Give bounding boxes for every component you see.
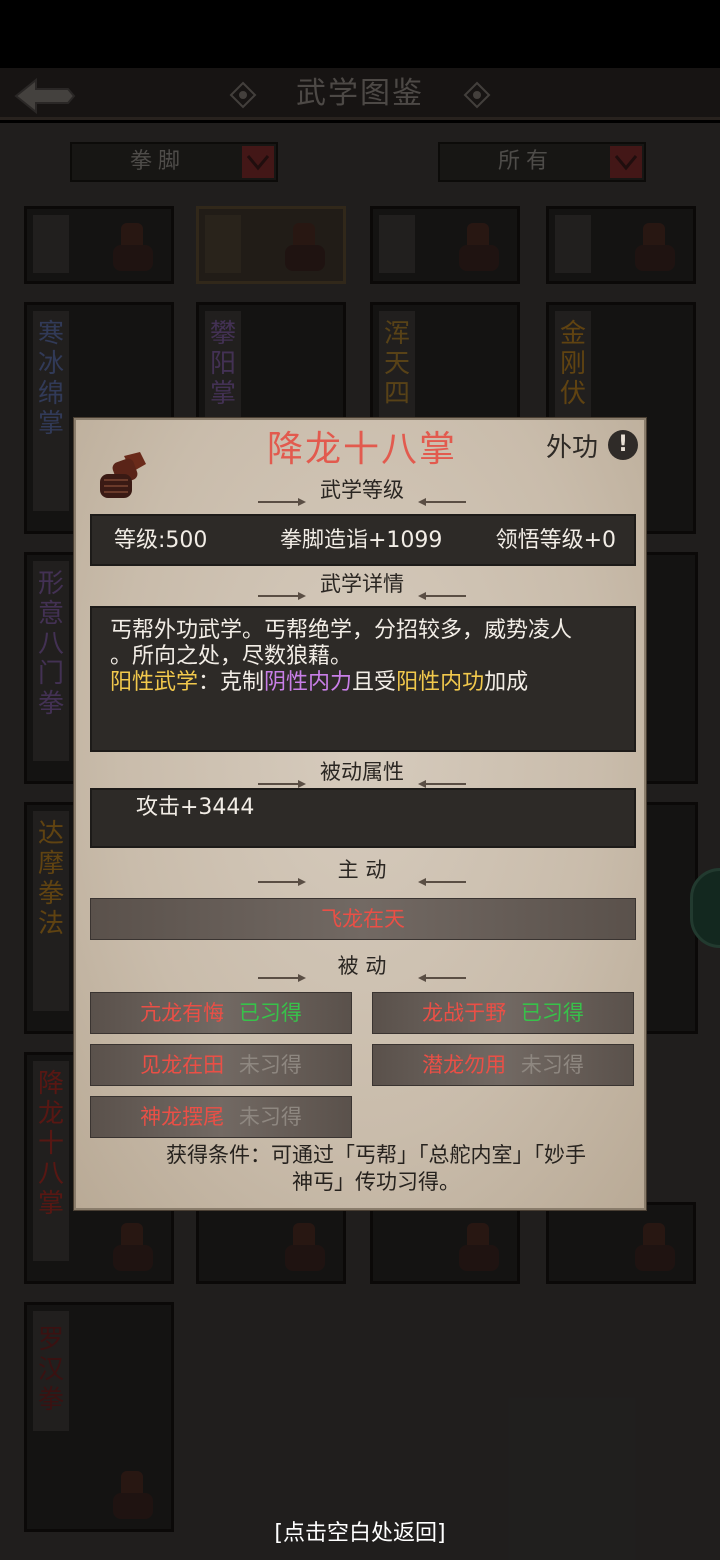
skill-type-label: 外功 [545,433,598,463]
passive-skill-name: 亢龙有悔 [140,1001,225,1025]
section-header-passive-attr: 被动属性 [76,756,648,788]
ornament-right-icon [414,767,466,788]
martial-art-detail-dialog: 降龙十八掌 外功 ! 武学等级 等级:500 拳脚造诣+1099 领悟等级+0 … [74,418,646,1210]
passive-skill-status: 未习得 [238,1053,302,1077]
ornament-right-icon [414,579,466,600]
ornament-left-icon [258,485,310,506]
ornament-right-icon [414,865,467,886]
section-title: 被动属性 [320,760,404,784]
tap-to-return-hint[interactable]: [点击空白处返回] [0,1516,720,1552]
passive-skill-name: 潜龙勿用 [422,1053,507,1077]
ornament-left-icon [258,767,310,788]
info-icon[interactable]: ! [608,430,638,460]
passive-skill-button[interactable]: 亢龙有悔 已习得 [90,992,352,1034]
passive-skill-button[interactable]: 神龙摆尾 未习得 [90,1096,352,1138]
section-header-passive: 被 动 [76,950,648,982]
ornament-left-icon [257,961,310,982]
section-header-detail: 武学详情 [76,568,648,600]
passive-attribute-box: 攻击+3444 [90,788,636,848]
passive-skill-button[interactable]: 见龙在田 未习得 [90,1044,352,1086]
skill-bonus: 拳脚造诣+1099 [280,528,443,553]
condition-line: 神丐」传功习得。 [292,1170,460,1194]
detail-text-line: 丐帮外功武学。丐帮绝学，分招较多，威势凌人 [110,618,573,643]
passive-skill-status: 已习得 [520,1001,584,1025]
active-skill-button[interactable]: 飞龙在天 [90,898,636,940]
passive-skill-button[interactable]: 龙战于野 已习得 [372,992,634,1034]
ornament-left-icon [257,865,310,886]
section-header-level: 武学等级 [76,474,648,506]
attribute-relation-line: 阳性武学：克制阴性内力且受阳性内功加成 [92,670,634,696]
detail-text-line: 。所向之处，尽数狼藉。 [110,644,353,669]
skill-level: 等级:500 [114,528,208,553]
acquire-condition: 获得条件：可通过「丐帮」「总舵内室」「妙手 神丐」传功习得。 [116,1142,636,1196]
passive-skill-status: 未习得 [238,1105,302,1129]
ornament-left-icon [258,579,310,600]
ornament-right-icon [414,961,467,982]
insight-level: 领悟等级+0 [495,528,616,553]
passive-skill-status: 未习得 [520,1053,584,1077]
passive-skill-button[interactable]: 潜龙勿用 未习得 [372,1044,634,1086]
section-title: 主 动 [337,858,387,882]
yang-label: 阳性武学 [110,670,199,695]
section-title: 武学等级 [320,478,404,502]
bonus-text: 加成 [484,670,529,695]
passive-skill-name: 见龙在田 [140,1053,225,1077]
detail-description-box: 丐帮外功武学。丐帮绝学，分招较多，威势凌人 。所向之处，尽数狼藉。 阳性武学：克… [90,606,636,752]
yang-power: 阳性内功 [396,670,485,695]
condition-line: 获得条件：可通过「丐帮」「总舵内室」「妙手 [166,1143,586,1167]
passive-skill-name: 神龙摆尾 [140,1105,225,1129]
level-stats-box: 等级:500 拳脚造诣+1099 领悟等级+0 [90,514,636,566]
section-title: 武学详情 [320,572,404,596]
attack-bonus: 攻击+3444 [136,795,255,820]
active-skill-name: 飞龙在天 [321,907,405,931]
ornament-right-icon [414,485,466,506]
relation-text: 且受 [352,670,397,695]
counter-text: ：克制 [198,670,265,695]
passive-skill-name: 龙战于野 [422,1001,507,1025]
yin-power: 阴性内力 [264,670,353,695]
section-title: 被 动 [337,954,387,978]
passive-skill-status: 已习得 [238,1001,302,1025]
section-header-active: 主 动 [76,854,648,886]
